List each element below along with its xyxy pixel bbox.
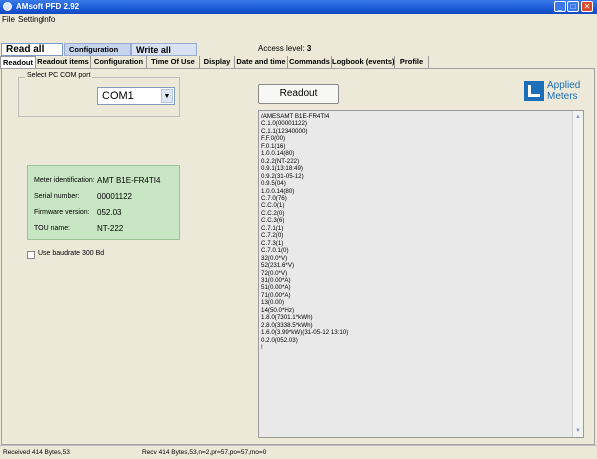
readout-line: 1.0.0.14(80)	[261, 187, 295, 195]
readout-line: 0.9.1(13:18:49)	[261, 165, 303, 173]
tab-profile[interactable]: Profile	[395, 56, 429, 68]
readout-button[interactable]: Readout	[258, 84, 339, 104]
serial-value: 00001122	[97, 192, 132, 201]
read-all-button[interactable]: Read all	[1, 43, 63, 56]
readout-line: /AMESAMT B1E-FR4TI4	[261, 113, 330, 120]
com-port-select[interactable]: COM1 ▼	[97, 87, 175, 105]
menu-file[interactable]: File	[2, 15, 15, 24]
access-level: Access level: 3	[258, 44, 311, 53]
status-recv: Recv 414 Bytes,53,n=2,pr=57,po=57,mo=0	[142, 449, 267, 456]
title-bar: AMsoft PFD 2.92 _ □ ✕	[0, 0, 597, 14]
readout-line: !	[261, 344, 263, 352]
close-button[interactable]: ✕	[581, 1, 593, 12]
readout-line: 13(0.00)	[261, 299, 285, 307]
readout-line: C.7.3(1)	[261, 239, 284, 247]
meter-id-label: Meter identification:	[34, 177, 95, 184]
readout-line: 2.8.0(3338.5*kWh)	[261, 321, 313, 329]
maximize-button[interactable]: □	[567, 1, 579, 12]
scroll-down-icon[interactable]: ▼	[574, 427, 582, 435]
logo-text-line2: Meters	[547, 91, 578, 102]
menu-info[interactable]: Info	[42, 15, 55, 24]
readout-line: 31(0.00*A)	[261, 276, 291, 284]
tab-time-of-use[interactable]: Time Of Use	[147, 56, 200, 68]
baudrate-label: Use baudrate 300 Bd	[38, 250, 105, 257]
meter-id-value: AMT B1E-FR4TI4	[97, 176, 161, 185]
vertical-scrollbar[interactable]: ▲ ▼	[572, 111, 583, 437]
readout-line: 1.6.0(3.99*kW)(31-05-12 13:10)	[261, 329, 349, 337]
configuration-button[interactable]: Configuration	[64, 43, 131, 56]
tou-value: NT-222	[97, 224, 124, 233]
readout-line: 51(0.00*A)	[261, 284, 291, 292]
tab-bar: Readout Readout items Configuration Time…	[0, 56, 597, 69]
tab-date-and-time[interactable]: Date and time	[235, 56, 288, 68]
readout-lines: /AMESAMT B1E-FR4TI4 C.1.0(00001122) C.1.1(…	[261, 113, 348, 352]
scroll-up-icon[interactable]: ▲	[574, 113, 582, 121]
tab-readout-items[interactable]: Readout items	[36, 56, 91, 68]
readout-line: 71(0.00*A)	[261, 291, 291, 299]
firmware-value: 052.03	[97, 208, 122, 217]
tou-label: TOU name:	[34, 225, 71, 232]
readout-line: 0.2.0(052.03)	[261, 336, 298, 344]
readout-line: 1.0.0.14(80)	[261, 150, 295, 158]
app-icon	[3, 2, 12, 11]
readout-line: C.7.0(76)	[261, 194, 287, 202]
menu-setting[interactable]: Setting	[18, 15, 43, 24]
serial-label: Serial number:	[34, 193, 80, 200]
readout-line: 0.2.2(NT-222)	[261, 157, 300, 165]
baudrate-checkbox[interactable]	[27, 251, 35, 259]
readout-line: C.7.1(1)	[261, 224, 284, 232]
write-all-button[interactable]: Write all	[131, 43, 197, 56]
readout-line: 1.8.0(7301.1*kWh)	[261, 314, 313, 322]
tab-logbook[interactable]: Logbook (events)	[332, 56, 395, 68]
window-title: AMsoft PFD 2.92	[16, 2, 80, 11]
access-level-label: Access level:	[258, 44, 305, 53]
readout-line: 0.9.5(04)	[261, 180, 286, 188]
readout-line: C.7.0.1(0)	[261, 247, 289, 255]
readout-line: C.7.2(0)	[261, 232, 284, 240]
readout-line: C.1.1(12340000)	[261, 127, 308, 135]
logo-text-line1: Applied	[547, 80, 581, 91]
readout-line: F.0.1(16)	[261, 142, 286, 150]
com-port-legend: Select PC COM port	[25, 72, 93, 79]
tab-display[interactable]: Display	[200, 56, 235, 68]
firmware-label: Firmware version:	[34, 209, 90, 216]
readout-line: C.C.0(1)	[261, 202, 285, 210]
readout-line: 32(0.0*V)	[261, 254, 288, 262]
readout-line: C.C.3(6)	[261, 217, 285, 225]
menu-bar: File Setting Info	[0, 14, 597, 26]
tab-commands[interactable]: Commands	[288, 56, 332, 68]
chevron-down-icon[interactable]: ▼	[161, 89, 173, 103]
tab-configuration[interactable]: Configuration	[91, 56, 147, 68]
readout-line: 52(231.6*V)	[261, 262, 295, 270]
minimize-button[interactable]: _	[554, 1, 566, 12]
readout-line: C.1.0(00001122)	[261, 120, 307, 128]
readout-line: 14(50.0*Hz)	[261, 306, 295, 314]
applied-meters-logo: Applied Meters	[524, 80, 586, 104]
com-port-value: COM1	[102, 90, 134, 102]
readout-line: F.F.0(00)	[261, 135, 286, 143]
status-received: Received 414 Bytes,53	[3, 449, 70, 456]
meter-info-box: Meter identification: AMT B1E-FR4TI4 Ser…	[27, 165, 180, 240]
readout-line: 0.9.2(31-05-12)	[261, 172, 304, 180]
readout-line: 72(0.0*V)	[261, 269, 288, 277]
logo-mark-icon	[524, 81, 544, 101]
readout-line: C.C.2(0)	[261, 209, 285, 217]
status-bar: Received 414 Bytes,53 Recv 414 Bytes,53,…	[0, 445, 597, 459]
readout-output[interactable]: /AMESAMT B1E-FR4TI4 C.1.0(00001122) C.1.1(…	[258, 110, 584, 438]
access-level-value: 3	[306, 44, 312, 53]
